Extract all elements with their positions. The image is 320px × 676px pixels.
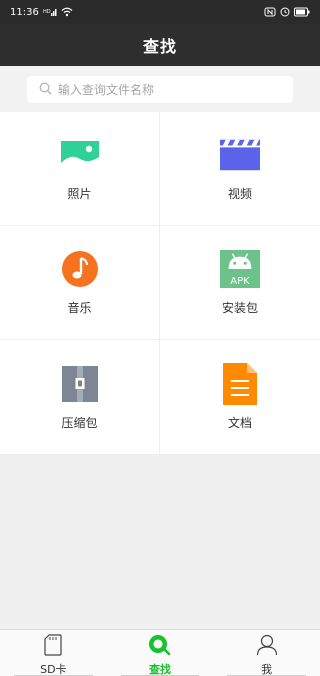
- category-videos[interactable]: 视频: [160, 112, 320, 226]
- search-area: [0, 66, 320, 112]
- nav-label: SD卡: [40, 663, 67, 676]
- video-icon: [220, 135, 260, 175]
- category-label: 安装包: [221, 301, 258, 315]
- category-documents[interactable]: 文档: [160, 340, 320, 454]
- zip-icon: [60, 364, 100, 404]
- search-icon: [148, 634, 172, 660]
- nav-label: 查找: [149, 663, 171, 676]
- svg-text:HD: HD: [43, 9, 51, 15]
- nav-label: 我: [261, 663, 273, 676]
- sd-card-icon: [44, 634, 62, 660]
- status-bar: 11:36 HD: [0, 0, 320, 24]
- battery-icon: [294, 7, 310, 17]
- category-apk[interactable]: APK 安装包: [160, 226, 320, 340]
- category-label: 音乐: [67, 301, 92, 315]
- search-input[interactable]: [58, 82, 278, 97]
- photo-icon: [60, 135, 100, 175]
- status-time: 11:36: [10, 6, 39, 18]
- category-music[interactable]: 音乐: [0, 226, 160, 340]
- person-icon: [256, 634, 278, 660]
- search-box[interactable]: [27, 76, 293, 103]
- android-icon: APK: [220, 249, 260, 289]
- category-photos[interactable]: 照片: [0, 112, 160, 226]
- document-icon: [220, 362, 260, 405]
- hd-signal-icon: HD: [43, 7, 57, 17]
- category-zip[interactable]: 压缩包: [0, 340, 160, 454]
- search-icon: [39, 80, 52, 99]
- category-label: 视频: [227, 187, 252, 201]
- category-label: 照片: [67, 187, 92, 201]
- alarm-icon: [280, 7, 290, 17]
- wifi-icon: [61, 7, 73, 17]
- nav-sd-card[interactable]: SD卡: [0, 630, 107, 676]
- category-label: 压缩包: [61, 415, 98, 430]
- header-bar: 查找: [0, 24, 320, 66]
- nav-search[interactable]: 查找: [107, 630, 214, 676]
- nav-me[interactable]: 我: [213, 630, 320, 676]
- page-title: 查找: [142, 37, 177, 56]
- music-icon: [60, 249, 100, 289]
- bottom-nav: SD卡 查找 我: [0, 629, 320, 676]
- apk-text: APK: [230, 276, 250, 287]
- category-grid: 照片 视频 音乐 APK 安装包 压缩包 文档: [0, 112, 320, 454]
- nfc-icon: [264, 7, 276, 17]
- category-label: 文档: [227, 415, 252, 430]
